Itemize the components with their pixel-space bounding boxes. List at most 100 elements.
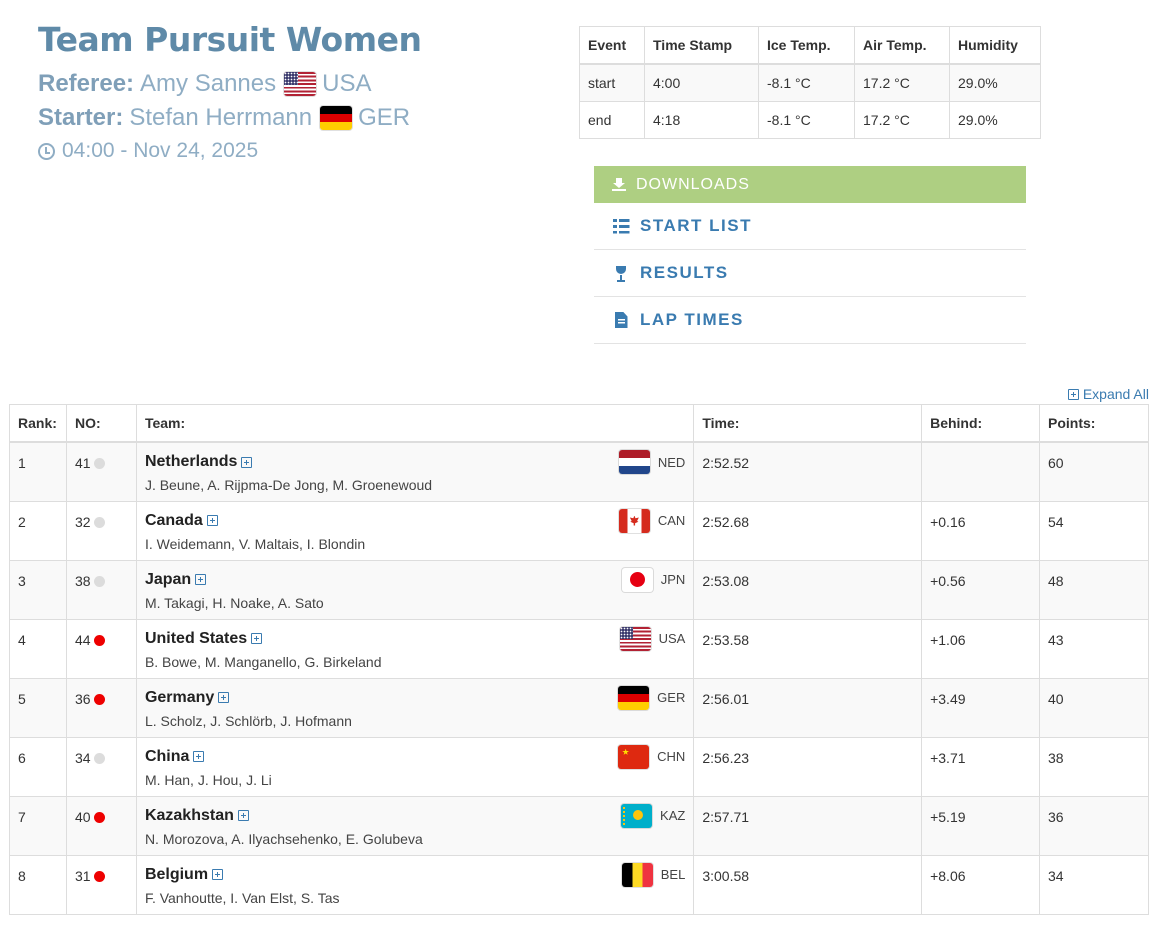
referee-line: Referee: Amy Sannes USA <box>38 70 371 98</box>
lap-times-link[interactable]: LAP TIMES <box>594 297 1026 344</box>
behind-cell: +1.06 <box>921 618 1041 679</box>
file-text-icon <box>614 312 628 328</box>
time-cell: 2:53.08 <box>693 559 923 620</box>
expand-team-icon[interactable] <box>218 692 230 703</box>
conditions-cell: 29.0% <box>949 101 1041 139</box>
behind-cell: +3.71 <box>921 736 1041 797</box>
japan-flag-icon <box>621 567 653 592</box>
team-cell: United States B. Bowe, M. Manganello, G.… <box>135 618 695 679</box>
time-cell: 2:52.68 <box>693 500 923 561</box>
team-cell: Japan M. Takagi, H. Noake, A. Sato JPN <box>135 559 695 620</box>
result-row: 5 36 Germany L. Scholz, J. Schlörb, J. H… <box>9 677 1149 738</box>
nation: JPN <box>621 567 685 592</box>
result-row: 3 38 Japan M. Takagi, H. Noake, A. Sato … <box>9 559 1149 620</box>
conditions-cell: 17.2 °C <box>854 101 950 139</box>
conditions-header-row: Event Time Stamp Ice Temp. Air Temp. Hum… <box>579 26 1041 65</box>
result-row: 4 44 United States B. Bowe, M. Manganell… <box>9 618 1149 679</box>
china-flag-icon <box>618 744 650 769</box>
behind-cell: +8.06 <box>921 854 1041 915</box>
conditions-cell: 17.2 °C <box>854 63 950 102</box>
expand-team-icon[interactable] <box>193 751 205 762</box>
results-table: Rank: NO: Team: Time: Behind: Points: 1 … <box>9 404 1149 915</box>
nation-code: KAZ <box>660 808 686 823</box>
team-cell: Belgium F. Vanhoutte, I. Van Elst, S. Ta… <box>135 854 695 915</box>
start-number: 32 <box>74 513 91 530</box>
start-list-link[interactable]: START LIST <box>594 203 1026 250</box>
status-dot-icon <box>93 752 105 764</box>
team-cell: Canada I. Weidemann, V. Maltais, I. Blon… <box>135 500 695 561</box>
nation-code: CAN <box>657 513 686 528</box>
expand-team-icon[interactable] <box>195 574 207 585</box>
nation-code: GER <box>657 690 686 705</box>
team-members: B. Bowe, M. Manganello, G. Birkeland <box>144 653 382 670</box>
team-members: L. Scholz, J. Schlörb, J. Hofmann <box>144 712 352 729</box>
conditions-cell: end <box>579 101 645 139</box>
starter-label: Starter: <box>38 104 124 131</box>
belgium-flag-icon <box>621 862 653 887</box>
usa-flag-icon <box>619 626 651 651</box>
time-cell: 2:57.71 <box>693 795 923 856</box>
points-cell: 40 <box>1039 677 1149 738</box>
team-name: Netherlands <box>144 453 238 470</box>
status-dot-icon <box>93 870 105 882</box>
team-cell: Netherlands J. Beune, A. Rijpma-De Jong,… <box>135 441 695 502</box>
status-dot-icon <box>93 634 105 646</box>
number-cell: 36 <box>65 677 137 738</box>
rank-cell: 8 <box>9 854 67 915</box>
points-cell: 60 <box>1039 441 1149 502</box>
expand-team-icon[interactable] <box>251 633 263 644</box>
conditions-cell: -8.1 °C <box>758 101 855 139</box>
team-name: United States <box>144 629 248 647</box>
team-name: Japan <box>144 570 192 588</box>
conditions-cell: start <box>579 63 645 102</box>
expand-all-label: Expand All <box>1082 386 1149 402</box>
number-cell: 44 <box>65 618 137 679</box>
team-name: Kazakhstan <box>144 806 234 824</box>
netherlands-flag-icon <box>618 450 650 474</box>
nation-code: USA <box>658 631 686 646</box>
expand-team-icon[interactable] <box>206 515 218 526</box>
expand-all-link[interactable]: Expand All <box>1067 386 1149 402</box>
rank-cell: 3 <box>9 559 67 620</box>
usa-flag-icon <box>284 72 317 96</box>
start-number: 31 <box>74 867 91 884</box>
behind-cell <box>921 441 1041 502</box>
event-datetime: 04:00 - Nov 24, 2025 <box>38 139 258 163</box>
start-number: 36 <box>74 690 91 707</box>
lap-times-label: LAP TIMES <box>640 310 744 329</box>
page-title: Team Pursuit Women <box>38 20 422 59</box>
team-cell: Germany L. Scholz, J. Schlörb, J. Hofman… <box>135 677 695 738</box>
time-cell: 3:00.58 <box>693 854 923 915</box>
conditions-header-ice-temp: Ice Temp. <box>758 26 855 65</box>
conditions-header-timestamp: Time Stamp <box>644 26 759 65</box>
conditions-table: Event Time Stamp Ice Temp. Air Temp. Hum… <box>579 26 1041 139</box>
conditions-cell: 29.0% <box>949 63 1041 102</box>
team-cell: Kazakhstan N. Morozova, A. Ilyachsehenko… <box>135 795 695 856</box>
number-cell: 40 <box>65 795 137 856</box>
team-name: Canada <box>144 511 203 529</box>
clock-icon <box>38 142 55 160</box>
nation: GER <box>618 685 686 710</box>
nation: CHN <box>618 744 685 769</box>
status-dot-icon <box>93 811 105 823</box>
result-row: 2 32 Canada I. Weidemann, V. Maltais, I.… <box>9 500 1149 561</box>
rank-cell: 4 <box>9 618 67 679</box>
team-name: Germany <box>144 688 215 706</box>
rank-cell: 2 <box>9 500 67 561</box>
result-row: 1 41 Netherlands J. Beune, A. Rijpma-De … <box>9 441 1149 502</box>
expand-team-icon[interactable] <box>241 456 253 468</box>
team-cell: China M. Han, J. Hou, J. Li CHN <box>135 736 695 797</box>
points-cell: 38 <box>1039 736 1149 797</box>
number-cell: 31 <box>65 854 137 915</box>
conditions-row-end: end 4:18 -8.1 °C 17.2 °C 29.0% <box>579 101 1041 139</box>
points-cell: 34 <box>1039 854 1149 915</box>
status-dot-icon <box>93 458 105 469</box>
expand-team-icon[interactable] <box>212 869 224 880</box>
time-cell: 2:53.58 <box>693 618 923 679</box>
results-link[interactable]: RESULTS <box>594 250 1026 297</box>
team-members: I. Weidemann, V. Maltais, I. Blondin <box>144 535 366 552</box>
conditions-header-air-temp: Air Temp. <box>854 26 950 65</box>
expand-team-icon[interactable] <box>237 810 249 821</box>
start-number: 41 <box>74 455 91 471</box>
kazakhstan-flag-icon <box>621 803 653 828</box>
